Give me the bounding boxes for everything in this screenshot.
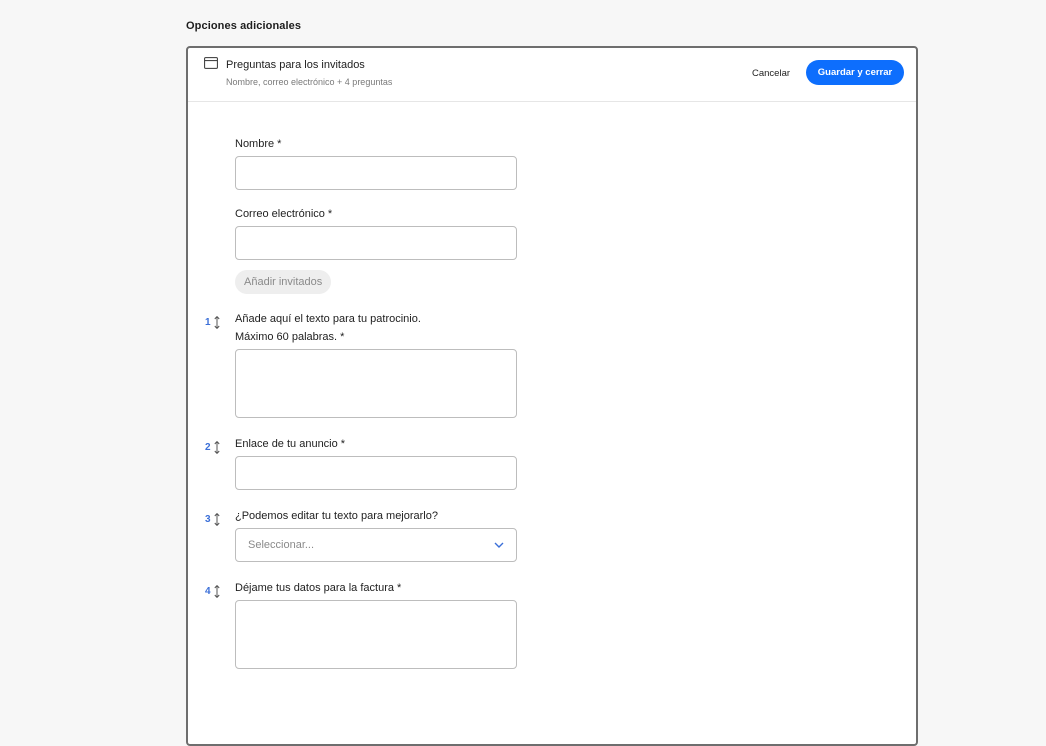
name-input[interactable] [235,156,517,190]
drag-handle-icon [213,316,220,329]
drag-handle-icon [213,513,220,526]
panel-subtitle: Nombre, correo electrónico + 4 preguntas [226,77,393,87]
cancel-button[interactable]: Cancelar [752,68,790,79]
panel-title: Preguntas para los invitados [226,59,365,71]
question-1-textarea[interactable] [235,349,517,418]
question-1-handle[interactable]: 1 [205,316,220,329]
question-2-input[interactable] [235,456,517,490]
question-4-handle[interactable]: 4 [205,585,220,598]
guest-questions-panel: Preguntas para los invitados Nombre, cor… [186,46,918,746]
email-input[interactable] [235,226,517,260]
question-2-handle[interactable]: 2 [205,441,220,454]
drag-handle-icon [213,441,220,454]
form-card-icon [204,57,218,69]
question-4-label: Déjame tus datos para la factura * [235,582,402,594]
chevron-down-icon [494,542,504,548]
question-1-label-line2: Máximo 60 palabras. * [235,331,345,343]
question-2-label: Enlace de tu anuncio * [235,438,346,450]
question-3-handle[interactable]: 3 [205,513,220,526]
name-label: Nombre * [235,138,282,150]
email-label: Correo electrónico * [235,208,333,220]
question-4-textarea[interactable] [235,600,517,669]
question-number: 2 [205,442,211,453]
question-number: 1 [205,317,211,328]
section-title: Opciones adicionales [186,20,302,32]
drag-handle-icon [213,585,220,598]
panel-header: Preguntas para los invitados Nombre, cor… [188,48,916,102]
add-guests-button[interactable]: Añadir invitados [235,270,332,294]
question-number: 3 [205,514,211,525]
question-1-label-line1: Añade aquí el texto para tu patrocinio. [235,313,421,325]
question-3-select[interactable]: Seleccionar... [235,528,517,562]
select-placeholder: Seleccionar... [248,539,315,551]
question-3-label: ¿Podemos editar tu texto para mejorarlo? [235,510,438,522]
question-number: 4 [205,586,211,597]
save-and-close-button[interactable]: Guardar y cerrar [806,60,904,85]
